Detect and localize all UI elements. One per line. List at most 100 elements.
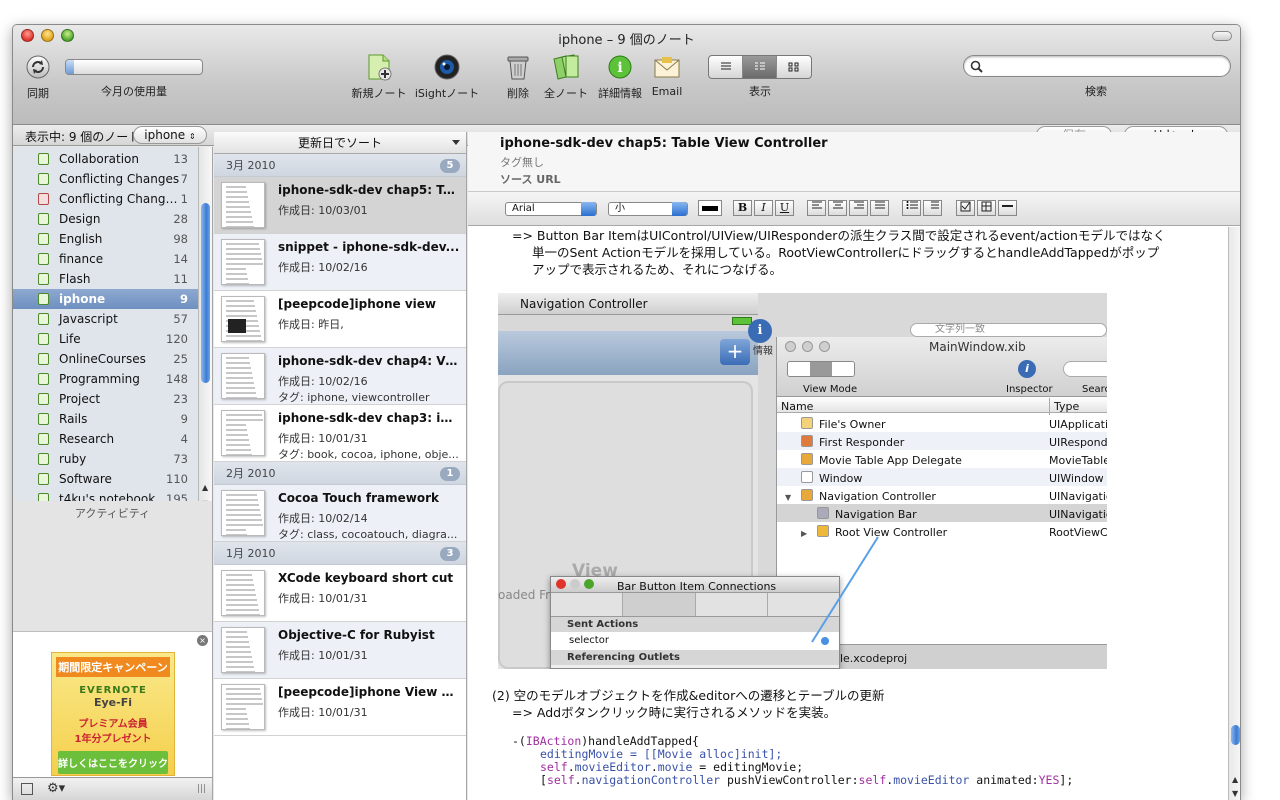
editor-scrollbar[interactable]: ▲ ▼	[1228, 227, 1240, 800]
table-button[interactable]	[977, 200, 996, 216]
notebook-filter-token[interactable]: iphone ⇕	[133, 126, 207, 144]
align-center-button[interactable]	[828, 200, 847, 216]
horizontal-rule-icon	[1002, 205, 1013, 207]
note-date: 作成日: 10/01/31	[278, 432, 368, 445]
sidebar-item-finance[interactable]: finance 14	[13, 249, 198, 269]
sidebar-item-design[interactable]: Design 28	[13, 209, 198, 229]
sidebar-item-research[interactable]: Research 4	[13, 429, 198, 449]
underline-button[interactable]: U	[775, 200, 794, 216]
sidebar-item-label: Collaboration	[59, 152, 139, 166]
activity-panel: アクティビティ	[13, 501, 213, 631]
sidebar-item-label: English	[59, 232, 103, 246]
numbered-list-icon	[930, 201, 939, 209]
sidebar-item-count: 14	[173, 252, 188, 266]
note-list-item[interactable]: iphone-sdk-dev chap3: ip... 作成日: 10/01/31…	[214, 405, 466, 462]
sync-button[interactable]: 同期	[19, 53, 57, 101]
embedded-screenshot[interactable]: Navigation Controller + View oaded Fr i …	[498, 293, 1107, 669]
view-list-button[interactable]	[709, 56, 743, 78]
ad-line1: プレミアム会員	[78, 719, 148, 730]
ad-banner[interactable]: 期間限定キャンペーン EVERNOTE Eye-Fi プレミアム会員 1年分プレ…	[51, 652, 175, 776]
italic-button[interactable]: I	[754, 200, 773, 216]
sidebar-item-software[interactable]: Software 110	[13, 469, 198, 489]
note-list-item[interactable]: Cocoa Touch framework 作成日: 10/02/14 タグ: cl…	[214, 485, 466, 542]
toolbar-toggle-button[interactable]	[1212, 31, 1232, 41]
list-view-icon	[720, 62, 731, 70]
note-group-header: 2月 2010 1	[214, 462, 466, 485]
font-select[interactable]: Arial	[505, 202, 597, 216]
view-label: 表示	[749, 85, 771, 98]
sidebar-scroll-thumb[interactable]	[201, 203, 210, 383]
sort-menu[interactable]: 更新日でソート	[214, 132, 466, 154]
note-thumbnail	[221, 684, 265, 730]
search-input[interactable]	[988, 59, 1218, 73]
bullet-list-button[interactable]	[902, 200, 921, 216]
sidebar-scrollbar[interactable]: ▲ ▼	[198, 147, 212, 517]
sidebar-item-collaboration[interactable]: Collaboration 13	[13, 149, 198, 169]
sidebar-item-label: Conflicting Changes	[59, 172, 180, 186]
numbered-list-button[interactable]	[923, 200, 942, 216]
sidebar-item-conflicting-changes[interactable]: Conflicting Changes 7	[13, 169, 198, 189]
search-field[interactable]	[963, 55, 1231, 77]
delete-button[interactable]: 削除	[501, 53, 535, 101]
info-button[interactable]: i 詳細情報	[595, 53, 645, 101]
sidebar-item-iphone[interactable]: iphone 9	[13, 289, 198, 309]
note-date: 作成日: 昨日,	[278, 318, 344, 331]
note-date: 作成日: 10/01/31	[278, 649, 368, 662]
bold-button[interactable]: B	[733, 200, 752, 216]
note-list-item[interactable]: iphone-sdk-dev chap5: Ta... 作成日: 10/03/01	[214, 177, 466, 234]
new-note-button[interactable]: 新規ノート	[347, 53, 411, 101]
note-title[interactable]: iphone-sdk-dev chap5: Table View Control…	[500, 136, 828, 151]
sidebar-item-conflicting-changes[interactable]: Conflicting Changes... 1	[13, 189, 198, 209]
note-list-item[interactable]: iphone-sdk-dev chap4: Vi... 作成日: 10/02/16…	[214, 348, 466, 405]
view-thumbnail-button[interactable]	[777, 56, 811, 78]
note-title: Objective-C for Rubyist	[278, 628, 435, 642]
sidebar-item-label: OnlineCourses	[59, 352, 146, 366]
notebook-icon	[38, 293, 49, 305]
gear-icon[interactable]: ⚙▾	[47, 781, 65, 796]
note-thumbnail	[221, 570, 265, 616]
note-title: iphone-sdk-dev chap5: Ta...	[278, 183, 460, 197]
resize-handle[interactable]: |||	[197, 784, 206, 794]
note-list-item[interactable]: Objective-C for Rubyist 作成日: 10/01/31	[214, 622, 466, 679]
note-tags[interactable]: タグ無し	[500, 154, 544, 170]
ad-cta-button[interactable]: 詳しくはここをクリック	[58, 751, 168, 774]
sidebar-item-english[interactable]: English 98	[13, 229, 198, 249]
align-left-button[interactable]	[807, 200, 826, 216]
note-thumbnail	[221, 239, 265, 285]
note-tags: タグ: book, cocoa, iphone, obje...	[278, 448, 459, 461]
note-list-item[interactable]: snippet - iphone-sdk-dev... 作成日: 10/02/16	[214, 234, 466, 291]
email-button[interactable]: Email	[647, 53, 687, 98]
scroll-up-icon: ▲	[202, 483, 209, 492]
view-split-button[interactable]	[743, 56, 777, 78]
sidebar-item-programming[interactable]: Programming 148	[13, 369, 198, 389]
note-body[interactable]: => Button Bar ItemはUIControl/UIView/UIRe…	[468, 227, 1228, 800]
horizontal-rule-button[interactable]	[998, 200, 1017, 216]
note-thumbnail	[221, 410, 265, 456]
text-color-button[interactable]	[698, 200, 722, 216]
new-notebook-icon[interactable]	[21, 783, 33, 795]
isight-note-button[interactable]: iSightノート	[413, 53, 481, 101]
camera-icon	[433, 53, 461, 81]
sidebar-item-life[interactable]: Life 120	[13, 329, 198, 349]
showing-count: 表示中: 9 個のノート	[25, 130, 141, 144]
note-list-item[interactable]: [peepcode]iphone View Co... 作成日: 10/01/31	[214, 679, 466, 736]
sidebar-item-label: Design	[59, 212, 101, 226]
editor-scroll-thumb[interactable]	[1231, 725, 1240, 745]
justify-button[interactable]	[870, 200, 889, 216]
sidebar-item-project[interactable]: Project 23	[13, 389, 198, 409]
all-notes-button[interactable]: 全ノート	[541, 53, 591, 101]
sidebar-item-flash[interactable]: Flash 11	[13, 269, 198, 289]
checkbox-button[interactable]	[956, 200, 975, 216]
source-url[interactable]: ソース URL	[500, 171, 561, 187]
size-select[interactable]: 小	[608, 202, 688, 216]
note-list-item[interactable]: XCode keyboard short cut 作成日: 10/01/31	[214, 565, 466, 622]
sidebar-item-ruby[interactable]: ruby 73	[13, 449, 198, 469]
note-list-item[interactable]: [peepcode]iphone view 作成日: 昨日,	[214, 291, 466, 348]
sidebar-item-rails[interactable]: Rails 9	[13, 409, 198, 429]
sidebar-item-javascript[interactable]: Javascript 57	[13, 309, 198, 329]
align-right-button[interactable]	[849, 200, 868, 216]
ad-close-icon[interactable]: ×	[197, 635, 208, 646]
sidebar-item-onlinecourses[interactable]: OnlineCourses 25	[13, 349, 198, 369]
notebook-icon	[38, 273, 49, 285]
table-icon	[981, 201, 992, 212]
